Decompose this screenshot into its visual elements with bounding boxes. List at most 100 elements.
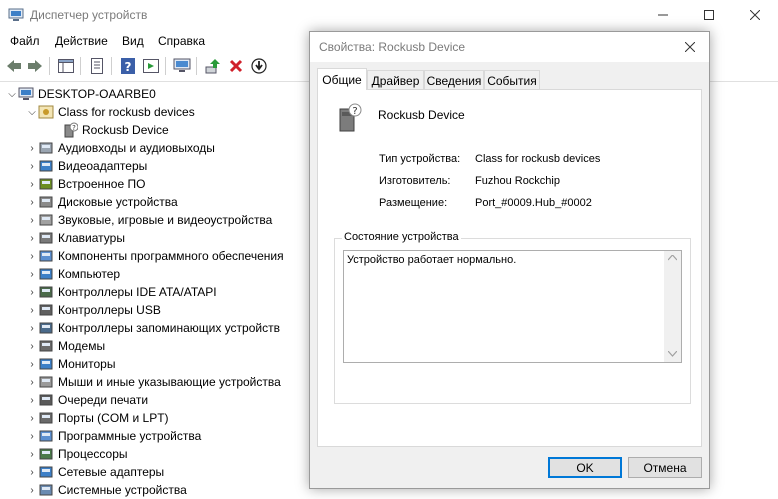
monitor-scan-icon (173, 58, 191, 72)
update-driver-button[interactable] (203, 56, 223, 76)
tree-category[interactable]: › Сетевые адаптеры (26, 463, 164, 481)
uninstall-device-button[interactable] (226, 56, 246, 76)
tree-category[interactable]: › Очереди печати (26, 391, 148, 409)
chevron-right-icon[interactable]: › (26, 247, 38, 265)
tab-details[interactable]: Сведения (424, 70, 484, 90)
menu-help[interactable]: Справка (158, 34, 205, 48)
chevron-right-icon[interactable]: › (26, 319, 38, 337)
properties-button[interactable] (87, 56, 107, 76)
toolbar-separator (111, 57, 112, 75)
sound-icon (39, 214, 53, 226)
tree-category[interactable]: › Программные устройства (26, 427, 201, 445)
tree-category[interactable]: › Контроллеры IDE ATA/ATAPI (26, 283, 216, 301)
minimize-button[interactable] (640, 0, 686, 30)
location-label: Размещение: (379, 197, 448, 209)
window-title: Диспетчер устройств (30, 8, 148, 22)
tree-category[interactable]: › Видеоадаптеры (26, 157, 147, 175)
chevron-right-icon[interactable]: › (26, 157, 38, 175)
show-hide-tree-button[interactable] (56, 56, 76, 76)
tab-driver[interactable]: Драйвер (367, 70, 424, 90)
chevron-right-icon[interactable]: › (26, 445, 38, 463)
tree-category[interactable]: › Дисковые устройства (26, 193, 177, 211)
tree-category-label: Процессоры (58, 447, 128, 461)
tree-group-rockusb[interactable]: ⌵ Class for rockusb devices (26, 103, 195, 121)
chevron-right-icon[interactable]: › (26, 481, 38, 499)
chevron-right-icon[interactable]: › (26, 175, 38, 193)
menu-view[interactable]: Вид (122, 34, 144, 48)
software-component-icon (39, 250, 53, 262)
scan-hardware-button[interactable] (172, 56, 192, 76)
tree-category[interactable]: › Компоненты программного обеспечения (26, 247, 283, 265)
chevron-right-icon[interactable]: › (26, 229, 38, 247)
chevron-right-icon[interactable]: › (26, 193, 38, 211)
chevron-right-icon[interactable]: › (26, 409, 38, 427)
action-pane-button[interactable] (141, 56, 161, 76)
location-value: Port_#0009.Hub_#0002 (475, 197, 592, 209)
tree-category[interactable]: › Процессоры (26, 445, 128, 463)
toolbar-separator (196, 57, 197, 75)
tree-category[interactable]: › Встроенное ПО (26, 175, 145, 193)
help-button[interactable]: ? (118, 56, 138, 76)
chevron-right-icon[interactable]: › (26, 337, 38, 355)
forward-button[interactable] (25, 56, 45, 76)
tree-category[interactable]: › Порты (COM и LPT) (26, 409, 168, 427)
tree-category[interactable]: › Компьютер (26, 265, 120, 283)
software-device-icon (39, 430, 53, 442)
update-driver-icon (205, 59, 220, 74)
chevron-right-icon[interactable]: › (26, 373, 38, 391)
tree-category[interactable]: › Клавиатуры (26, 229, 125, 247)
tree-category[interactable]: › Аудиовходы и аудиовыходы (26, 139, 215, 157)
chevron-right-icon[interactable]: › (26, 301, 38, 319)
scroll-up-icon[interactable] (668, 255, 677, 261)
maximize-button[interactable] (686, 0, 732, 30)
tree-category-label: Системные устройства (58, 483, 187, 497)
cancel-button[interactable]: Отмена (628, 457, 702, 478)
ok-button[interactable]: OK (548, 457, 622, 478)
tab-general[interactable]: Общие (317, 68, 367, 90)
tree-category[interactable]: › Системные устройства (26, 481, 187, 499)
back-button[interactable] (4, 56, 24, 76)
chevron-down-icon[interactable]: ⌵ (26, 103, 38, 121)
system-device-icon (39, 484, 53, 496)
chevron-right-icon[interactable]: › (26, 391, 38, 409)
svg-text:?: ? (125, 60, 132, 74)
processor-icon (39, 448, 53, 460)
close-button[interactable] (732, 0, 778, 30)
menu-action[interactable]: Действие (55, 34, 108, 48)
tree-category[interactable]: › Мыши и иные указывающие устройства (26, 373, 280, 391)
chevron-right-icon[interactable]: › (26, 283, 38, 301)
tree-root[interactable]: ⌵ DESKTOP-OAARBE0 (6, 85, 156, 103)
mouse-icon (39, 376, 53, 388)
device-icon: ? (339, 103, 362, 132)
unknown-device-icon: ? (64, 122, 78, 138)
tree-category[interactable]: › Контроллеры запоминающих устройств (26, 319, 280, 337)
status-scrollbar[interactable] (664, 251, 681, 362)
menu-file[interactable]: Файл (10, 34, 40, 48)
tree-category-label: Контроллеры запоминающих устройств (58, 321, 280, 335)
modem-icon (39, 340, 53, 352)
tree-category[interactable]: › Звуковые, игровые и видеоустройства (26, 211, 272, 229)
tree-category[interactable]: › Мониторы (26, 355, 115, 373)
tree-category[interactable]: › Контроллеры USB (26, 301, 161, 319)
chevron-right-icon[interactable]: › (26, 265, 38, 283)
scroll-down-icon[interactable] (668, 351, 677, 357)
gear-device-icon (38, 105, 54, 119)
firmware-icon (39, 178, 53, 190)
chevron-right-icon[interactable]: › (26, 427, 38, 445)
dialog-close-button[interactable] (680, 38, 700, 56)
toolbar-separator (165, 57, 166, 75)
tab-events[interactable]: События (484, 70, 540, 90)
disk-drive-icon (39, 196, 53, 208)
computer-icon (39, 268, 53, 280)
chevron-right-icon[interactable]: › (26, 355, 38, 373)
tree-category-label: Программные устройства (58, 429, 202, 443)
disable-device-button[interactable] (249, 56, 269, 76)
chevron-right-icon[interactable]: › (26, 463, 38, 481)
chevron-down-icon[interactable]: ⌵ (6, 85, 18, 103)
chevron-right-icon[interactable]: › (26, 211, 38, 229)
device-status-title: Состояние устройства (342, 231, 461, 243)
device-status-textbox[interactable]: Устройство работает нормально. (343, 250, 682, 363)
tree-item-rockusb-device[interactable]: ? Rockusb Device (62, 121, 169, 139)
chevron-right-icon[interactable]: › (26, 139, 38, 157)
tree-category[interactable]: › Модемы (26, 337, 105, 355)
